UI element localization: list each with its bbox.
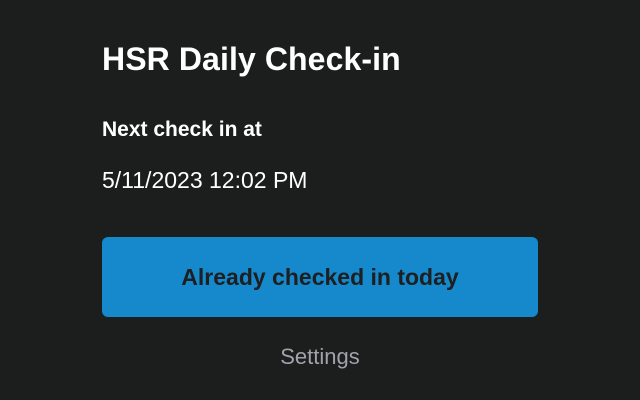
settings-link[interactable]: Settings — [102, 343, 538, 371]
next-check-in-time: 5/11/2023 12:02 PM — [102, 167, 308, 193]
page-title: HSR Daily Check-in — [102, 41, 401, 77]
check-in-popup: HSR Daily Check-in Next check in at 5/11… — [102, 0, 538, 400]
check-in-button[interactable]: Already checked in today — [102, 237, 538, 317]
next-check-in-label: Next check in at — [102, 118, 262, 141]
